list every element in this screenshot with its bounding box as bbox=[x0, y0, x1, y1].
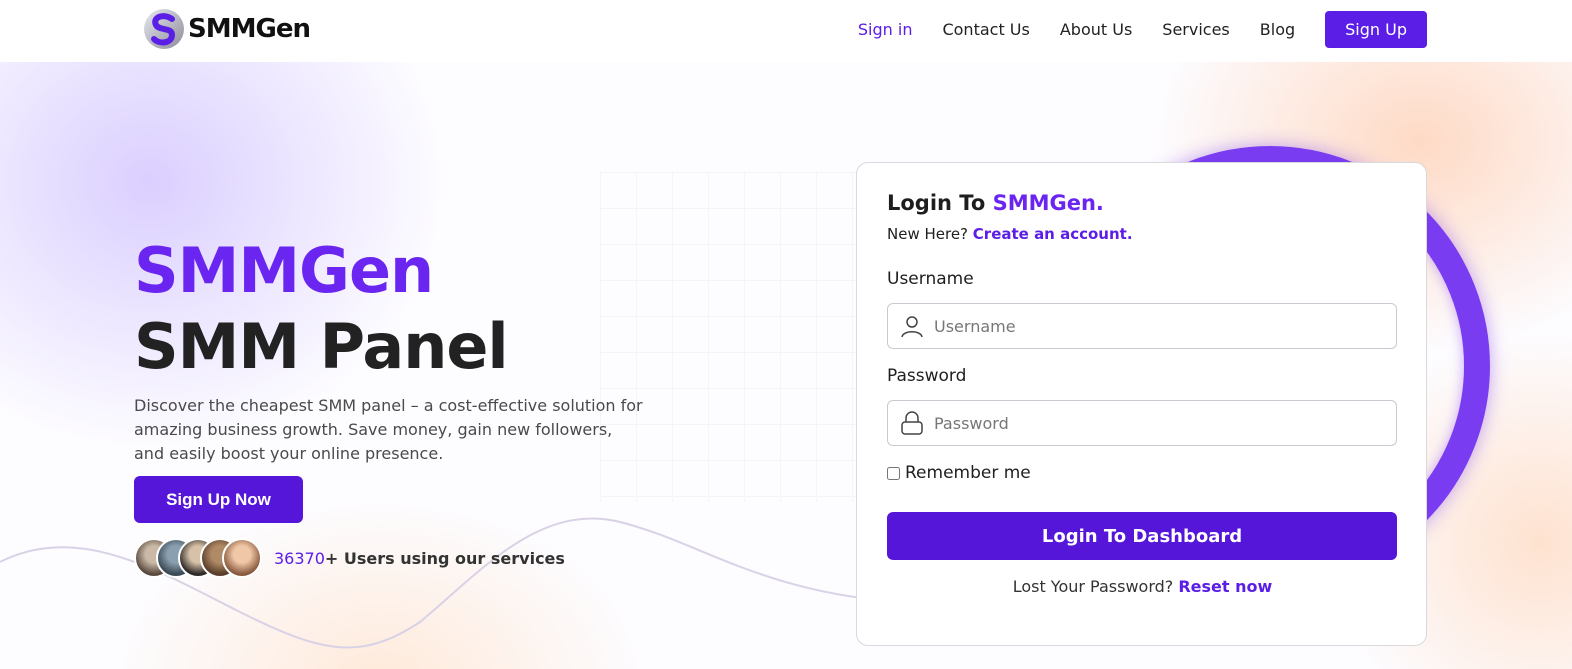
login-title: Login To SMMGen. bbox=[887, 191, 1104, 215]
users-count: 36370 bbox=[274, 548, 325, 568]
create-account-link[interactable]: Create an account. bbox=[973, 225, 1133, 243]
new-here-line: New Here? Create an account. bbox=[887, 225, 1133, 243]
login-title-prefix: Login To bbox=[887, 191, 993, 215]
login-title-brand: SMMGen. bbox=[992, 191, 1104, 215]
hero-title-panel: SMM Panel bbox=[134, 310, 509, 383]
avatar-group bbox=[134, 538, 262, 578]
nav-services[interactable]: Services bbox=[1162, 20, 1229, 39]
user-icon bbox=[901, 316, 923, 338]
nav-sign-in[interactable]: Sign in bbox=[858, 20, 913, 39]
nav-about-us[interactable]: About Us bbox=[1060, 20, 1132, 39]
users-stat: 36370+ Users using our services bbox=[134, 538, 565, 578]
users-label: 36370+ Users using our services bbox=[274, 549, 565, 568]
lock-icon bbox=[901, 411, 923, 435]
main-nav: Sign in Contact Us About Us Services Blo… bbox=[828, 9, 1427, 49]
logo[interactable]: SMMGen bbox=[142, 6, 311, 52]
hero-description: Discover the cheapest SMM panel – a cost… bbox=[134, 396, 643, 463]
remember-me-checkbox[interactable] bbox=[887, 466, 900, 480]
logo-icon bbox=[144, 9, 184, 49]
remember-me-label: Remember me bbox=[905, 463, 1031, 483]
hero-title-brand: SMMGen bbox=[134, 234, 434, 307]
avatar bbox=[222, 538, 262, 578]
users-suffix: + Users using our services bbox=[324, 548, 565, 568]
site-header: SMMGen Sign in Contact Us About Us Servi… bbox=[0, 0, 1572, 62]
login-card: Login To SMMGen. New Here? Create an acc… bbox=[856, 162, 1427, 646]
nav-contact-us[interactable]: Contact Us bbox=[942, 20, 1029, 39]
new-here-text: New Here? bbox=[887, 225, 973, 243]
reset-now-link[interactable]: Reset now bbox=[1178, 577, 1272, 596]
sign-up-button[interactable]: Sign Up bbox=[1325, 10, 1427, 48]
login-button[interactable]: Login To Dashboard bbox=[887, 512, 1397, 560]
sign-up-now-button[interactable]: Sign Up Now bbox=[134, 476, 303, 523]
lost-password-line: Lost Your Password? Reset now bbox=[857, 577, 1428, 596]
username-field[interactable] bbox=[887, 303, 1397, 349]
lost-password-text: Lost Your Password? bbox=[1012, 577, 1179, 596]
username-label: Username bbox=[887, 269, 974, 289]
remember-me[interactable]: Remember me bbox=[887, 463, 1031, 483]
username-input[interactable] bbox=[934, 316, 1374, 336]
password-input[interactable] bbox=[934, 413, 1374, 433]
logo-text: SMMGen bbox=[188, 14, 311, 44]
password-field[interactable] bbox=[887, 400, 1397, 446]
nav-blog[interactable]: Blog bbox=[1260, 20, 1295, 39]
password-label: Password bbox=[887, 366, 967, 386]
